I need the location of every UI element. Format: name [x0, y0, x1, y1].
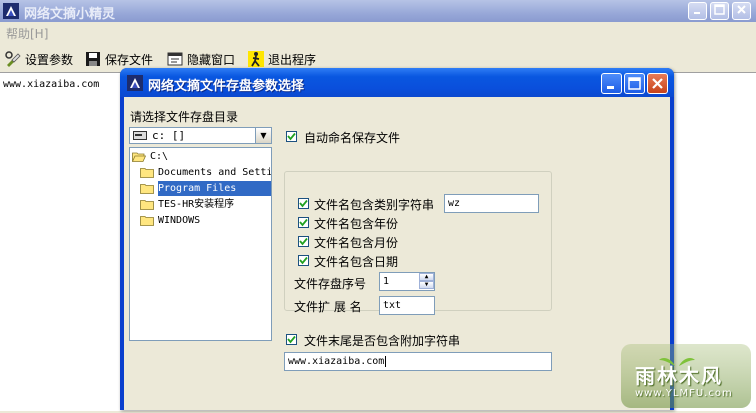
- main-window-title: 网络文摘小精灵: [24, 7, 116, 22]
- settings-label: 设置参数: [25, 52, 74, 67]
- text-cursor: ​: [385, 356, 387, 367]
- dialog-body: 请选择文件存盘目录 c: [] ▼ C:\ Documents and Setti…: [124, 97, 670, 410]
- save-label: 保存文件: [105, 52, 154, 67]
- close-button[interactable]: [732, 2, 751, 20]
- close-icon: [652, 78, 663, 89]
- day-checkbox[interactable]: [298, 255, 309, 266]
- category-char-checkbox[interactable]: [298, 198, 309, 209]
- exit-icon: [248, 51, 264, 67]
- directory-item-label: C:\: [150, 151, 169, 162]
- checkmark-icon: [287, 335, 296, 344]
- directory-prompt: 请选择文件存盘目录: [130, 110, 239, 124]
- year-checkbox[interactable]: [298, 217, 309, 228]
- directory-list[interactable]: C:\ Documents and Setti Program Files TES-H…: [129, 147, 272, 341]
- directory-item[interactable]: Program Files: [130, 181, 271, 196]
- minimize-icon: [607, 86, 614, 89]
- auto-name-checkbox[interactable]: [286, 131, 297, 142]
- directory-item-label: WINDOWS: [158, 215, 201, 226]
- category-char-label: 文件名包含类别字符串: [314, 198, 435, 212]
- spinner[interactable]: ▲ ▼: [419, 273, 434, 290]
- checkmark-icon: [299, 199, 308, 208]
- content-text: www.xiazaiba.com: [3, 79, 100, 90]
- directory-item[interactable]: WINDOWS: [130, 213, 271, 228]
- checkmark-icon: [299, 218, 308, 227]
- sequence-value: 1: [383, 276, 390, 287]
- suffix-input[interactable]: www.xiazaiba.com​: [284, 352, 552, 371]
- save-options-dialog: 网络文摘文件存盘参数选择 请选择文件存盘目录 c: [] ▼ C:\ Docume…: [120, 68, 674, 410]
- close-icon: [737, 5, 746, 14]
- sequence-label: 文件存盘序号: [294, 277, 367, 291]
- category-char-input[interactable]: wz: [444, 194, 539, 213]
- app-icon: [3, 3, 19, 19]
- dialog-maximize-button[interactable]: [624, 73, 645, 94]
- watermark-logo: 雨林木风 www.YLMFU.com: [613, 338, 756, 410]
- directory-item[interactable]: C:\: [130, 149, 271, 164]
- sequence-stepper[interactable]: 1 ▲ ▼: [379, 272, 435, 291]
- checkmark-icon: [287, 132, 296, 141]
- spin-down-icon[interactable]: ▼: [419, 281, 434, 289]
- dialog-title-bar[interactable]: 网络文摘文件存盘参数选择: [120, 68, 674, 97]
- folder-icon: [140, 184, 154, 194]
- save-icon: [86, 52, 100, 66]
- checkmark-icon: [299, 256, 308, 265]
- watermark-brand: 雨林木风: [635, 364, 723, 388]
- folder-icon: [140, 216, 154, 226]
- day-label: 文件名包含日期: [314, 255, 399, 269]
- checkmark-icon: [299, 237, 308, 246]
- maximize-icon: [714, 4, 725, 15]
- directory-item[interactable]: TES-HR安装程序: [130, 197, 271, 212]
- exit-tool-button[interactable]: 退出程序: [248, 50, 316, 68]
- menu-bar: 帮助[H]: [0, 22, 756, 42]
- directory-item[interactable]: Documents and Setti: [130, 165, 271, 180]
- directory-item-label: Program Files: [158, 181, 271, 196]
- settings-tool-button[interactable]: 设置参数: [5, 50, 73, 68]
- dialog-app-icon: [127, 75, 143, 91]
- month-label: 文件名包含月份: [314, 236, 399, 250]
- folder-icon: [140, 168, 154, 178]
- year-label: 文件名包含年份: [314, 217, 399, 231]
- suffix-label: 文件末尾是否包含附加字符串: [304, 334, 461, 348]
- chevron-down-icon[interactable]: ▼: [255, 128, 271, 143]
- dialog-close-button[interactable]: [647, 73, 668, 94]
- hide-window-label: 隐藏窗口: [187, 52, 236, 67]
- menu-help[interactable]: 帮助[H]: [6, 25, 48, 42]
- open-folder-icon: [132, 152, 146, 162]
- main-title-bar[interactable]: 网络文摘小精灵: [0, 0, 756, 22]
- settings-icon: [5, 51, 21, 67]
- drive-value: c: []: [152, 129, 186, 142]
- auto-name-label: 自动命名保存文件: [304, 131, 401, 145]
- folder-icon: [140, 200, 154, 210]
- minimize-icon: [694, 12, 700, 14]
- exit-label: 退出程序: [268, 52, 317, 67]
- hide-window-icon: [167, 52, 183, 66]
- watermark-url: www.YLMFU.com: [635, 388, 733, 399]
- month-checkbox[interactable]: [298, 236, 309, 247]
- save-tool-button[interactable]: 保存文件: [85, 50, 153, 68]
- hide-window-tool-button[interactable]: 隐藏窗口: [167, 50, 235, 68]
- directory-item-label: Documents and Setti: [158, 167, 272, 178]
- extension-input[interactable]: txt: [379, 296, 435, 315]
- drive-select[interactable]: c: [] ▼: [129, 127, 272, 144]
- extension-label: 文件扩 展 名: [294, 300, 362, 314]
- directory-item-label: TES-HR安装程序: [158, 199, 235, 210]
- suffix-value: www.xiazaiba.com: [288, 356, 385, 367]
- minimize-button[interactable]: [688, 2, 707, 20]
- suffix-checkbox[interactable]: [286, 334, 297, 345]
- maximize-button[interactable]: [710, 2, 729, 20]
- drive-icon: [133, 131, 147, 140]
- dialog-title: 网络文摘文件存盘参数选择: [148, 79, 305, 94]
- dialog-minimize-button[interactable]: [601, 73, 622, 94]
- maximize-icon: [628, 77, 641, 90]
- spin-up-icon[interactable]: ▲: [419, 273, 434, 281]
